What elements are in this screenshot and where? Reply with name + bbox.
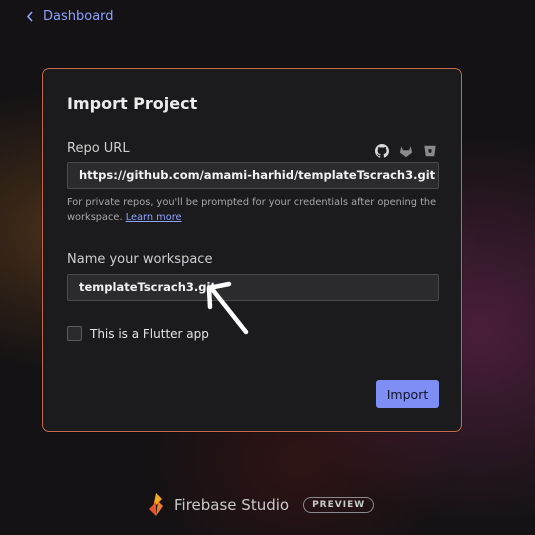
brand-name: Firebase Studio [174,496,290,514]
flutter-checkbox-row[interactable]: This is a Flutter app [67,326,209,341]
preview-badge: PREVIEW [303,497,375,513]
helper-text: For private repos, you'll be prompted fo… [67,197,437,223]
flutter-checkbox-label: This is a Flutter app [90,326,209,341]
hand-drawn-arrow-icon [206,281,249,335]
gitlab-icon[interactable] [399,143,413,158]
back-label: Dashboard [43,8,114,24]
workspace-name-label: Name your workspace [67,252,213,267]
dialog-title: Import Project [67,94,198,113]
learn-more-link[interactable]: Learn more [126,212,182,223]
import-button[interactable]: Import [376,380,439,408]
provider-icons [375,143,437,158]
github-icon[interactable] [375,143,389,158]
firebase-logo-icon [149,493,163,516]
footer-brand: Firebase Studio PREVIEW [146,492,375,518]
flutter-checkbox[interactable] [67,326,82,341]
repo-helper-text: For private repos, you'll be prompted fo… [67,195,437,225]
back-to-dashboard-link[interactable]: Dashboard [26,8,114,24]
repo-url-input[interactable]: https://github.com/amami-harhid/template… [67,162,439,189]
chevron-left-icon [26,10,33,22]
repo-url-label: Repo URL [67,141,130,156]
import-project-dialog: Import Project Repo URL https://github.c… [42,68,462,432]
bitbucket-icon[interactable] [423,143,437,157]
